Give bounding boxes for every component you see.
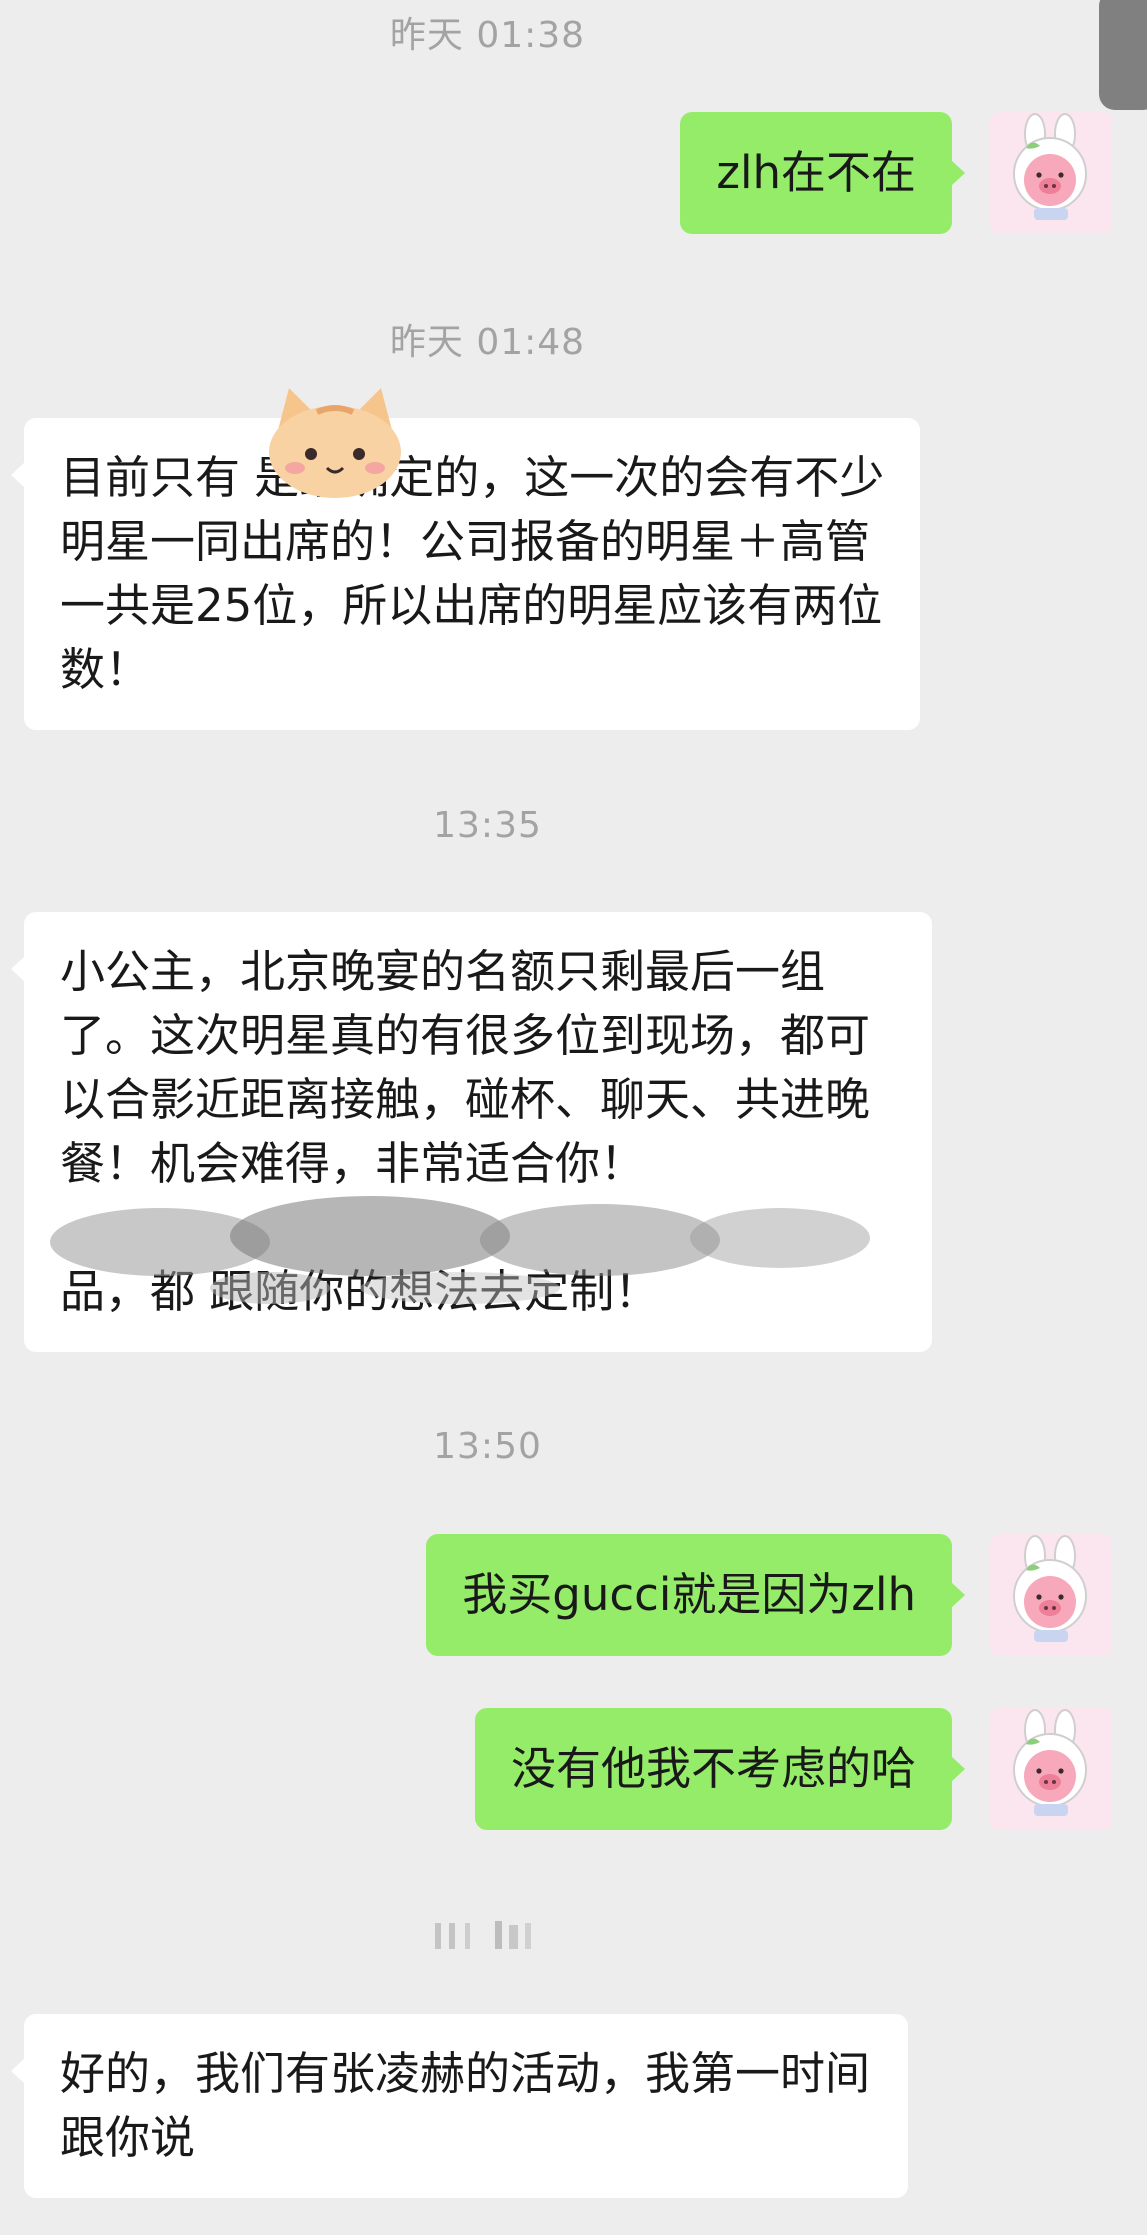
cat-face-sticker-icon xyxy=(269,388,401,498)
avatar[interactable] xyxy=(990,1708,1112,1830)
message-outgoing[interactable]: 没有他我不考虑的哈 xyxy=(474,1708,966,1830)
pig-bunny-avatar-icon xyxy=(990,1534,1112,1656)
blurred-timestamp xyxy=(435,1921,531,1949)
message-text: 小公主，北京晚宴的名额只剩最后一组了。这次明星真的有很多位到现场，都可以合影近距… xyxy=(60,945,871,1190)
timestamp: 昨天 01:48 xyxy=(389,322,586,363)
timestamp: 13:35 xyxy=(433,805,542,846)
message-incoming[interactable]: 好的，我们有张凌赫的活动，我第一时间跟你说 xyxy=(11,2014,908,2198)
avatar[interactable] xyxy=(990,112,1112,234)
message-incoming[interactable]: 目前只有 是最确定的，这一次的会有不少明星一同出席的！公司报备的明星＋高管一共是… xyxy=(11,418,920,730)
message-incoming[interactable]: 小公主，北京晚宴的名额只剩最后一组了。这次明星真的有很多位到现场，都可以合影近距… xyxy=(11,912,932,1352)
timestamp: 13:50 xyxy=(433,1426,542,1467)
pig-bunny-avatar-icon xyxy=(990,1708,1112,1830)
message-outgoing[interactable]: 我买gucci就是因为zlh xyxy=(426,1534,965,1656)
message-outgoing[interactable]: zlh在不在 xyxy=(680,112,965,234)
avatar[interactable] xyxy=(990,1534,1112,1656)
scroll-indicator[interactable] xyxy=(1099,0,1147,110)
pig-bunny-avatar-icon xyxy=(990,112,1112,234)
blurred-line xyxy=(60,1196,898,1260)
timestamp: 昨天 01:38 xyxy=(389,15,586,56)
message-text: 品，都 跟随你的想法去定制！ xyxy=(60,1265,660,1318)
